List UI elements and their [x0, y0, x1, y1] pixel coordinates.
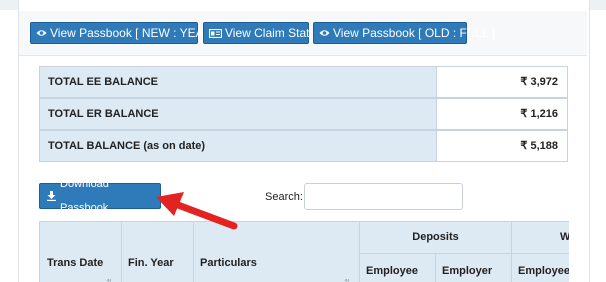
annotation-arrow-icon — [156, 192, 238, 230]
